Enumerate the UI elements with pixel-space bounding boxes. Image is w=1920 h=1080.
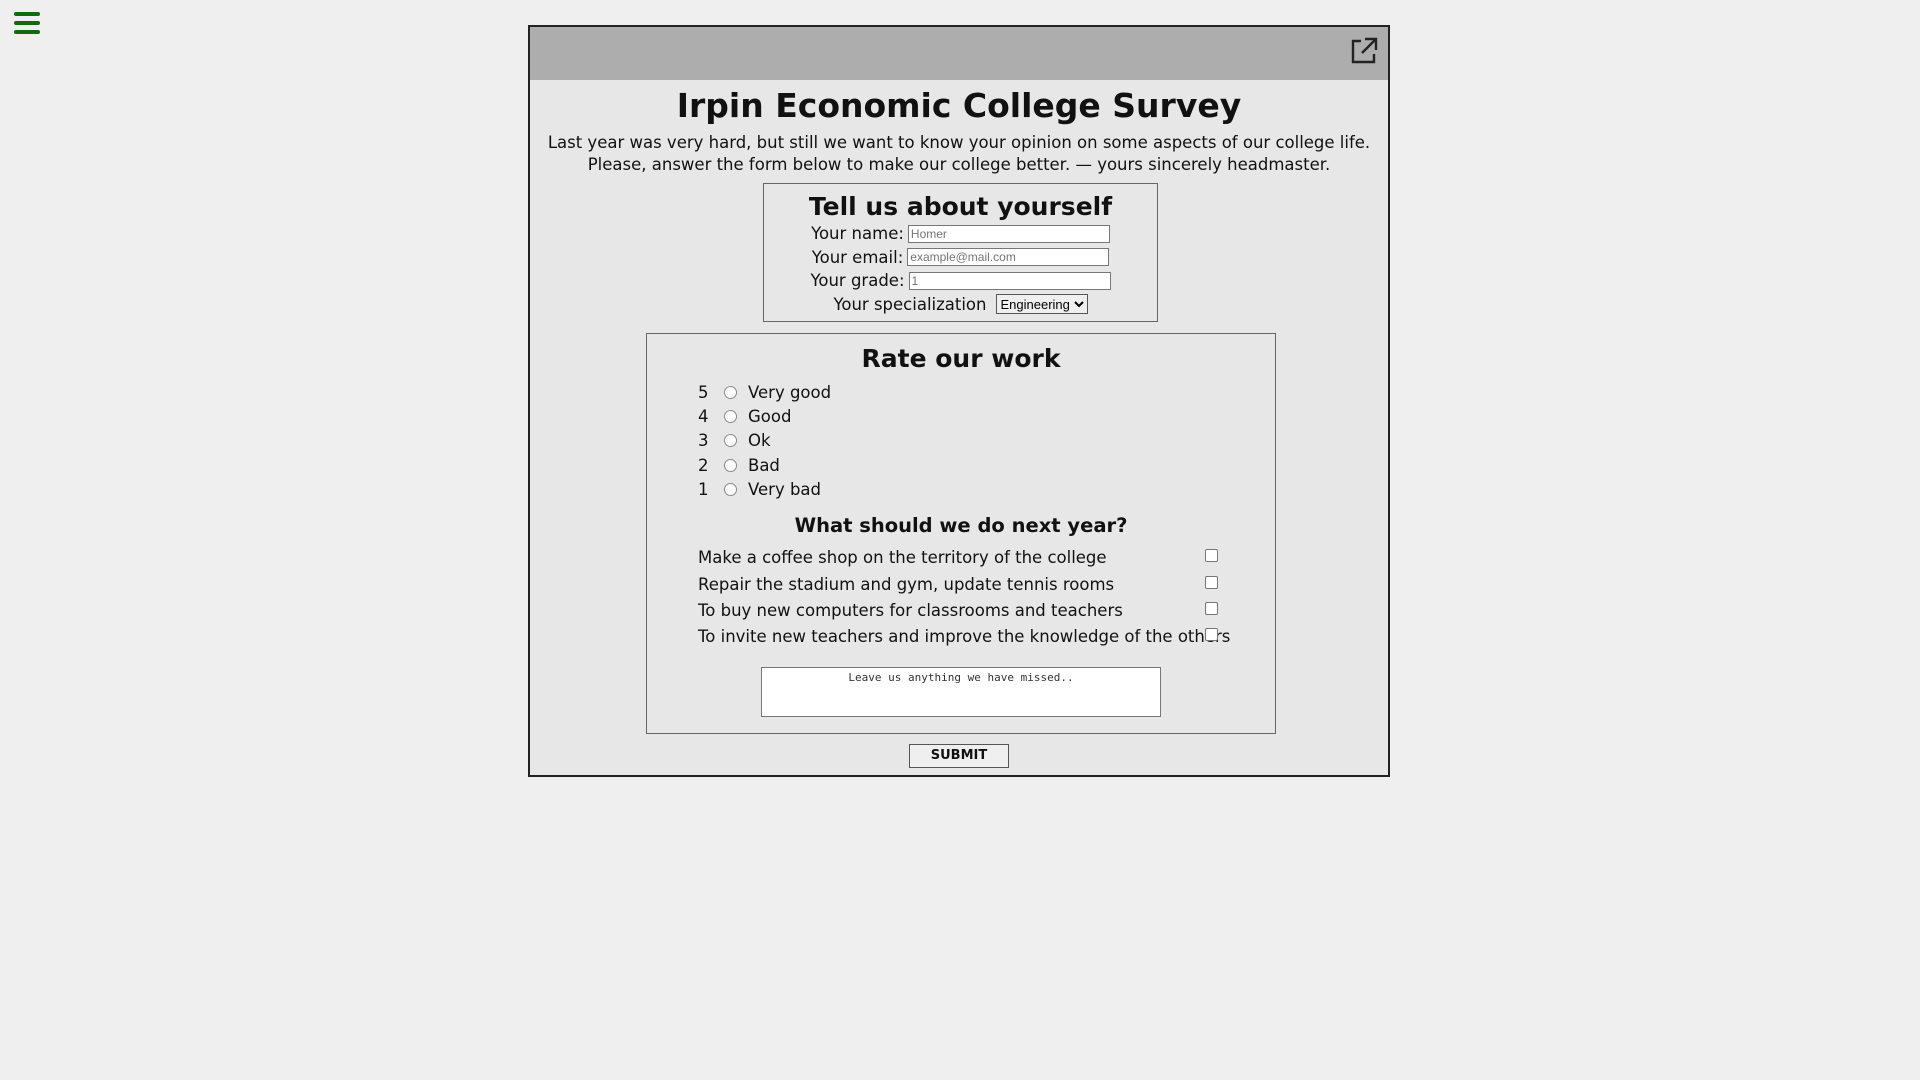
submit-button[interactable]: SUBMIT [909,744,1009,768]
rate-section: Rate our work 5 Very good 4 Good 3 Ok 2 … [646,333,1276,734]
email-input[interactable] [907,248,1110,267]
about-heading: Tell us about yourself [808,192,1113,221]
rating-label: Very bad [748,479,822,499]
next-year-checkbox[interactable] [1205,575,1218,589]
rating-radio[interactable] [724,458,737,472]
rating-number: 1 [698,479,709,499]
next-year-item: To buy new computers for classrooms and … [647,600,1275,626]
intro-line-1: Last year was very hard, but still we wa… [547,133,1371,152]
specialization-label: Your specialization [833,294,987,314]
rate-heading: Rate our work [861,344,1061,373]
rating-radio[interactable] [724,385,737,399]
name-label: Your name: [811,224,904,244]
rating-option: 5 Very good [647,380,1275,404]
next-year-item: To invite new teachers and improve the k… [647,626,1275,652]
specialization-select[interactable]: Engineering [995,294,1088,315]
rating-option: 2 Bad [647,453,1275,477]
grade-input[interactable] [908,271,1111,290]
rating-number: 2 [698,455,709,475]
comment-textarea[interactable]: Leave us anything we have missed.. [761,666,1161,717]
email-row: Your email: [764,246,1157,270]
menu-bar [14,12,40,16]
intro-line-2: Please, answer the form below to make ou… [587,155,1331,174]
next-year-checkbox[interactable] [1205,628,1218,642]
next-year-label: To buy new computers for classrooms and … [698,601,1123,621]
menu-bar [14,30,40,34]
next-year-checkbox[interactable] [1205,549,1218,563]
rating-radio[interactable] [724,482,737,496]
name-input[interactable] [907,224,1110,243]
survey-frame: Irpin Economic College Survey Last year … [528,25,1390,777]
email-label: Your email: [811,247,904,267]
grade-row: Your grade: [764,269,1157,293]
name-row: Your name: [764,222,1157,246]
intro-text: Last year was very hard, but still we wa… [530,132,1388,176]
open-external-icon[interactable] [1348,35,1380,67]
rating-option: 4 Good [647,404,1275,428]
specialization-row: Your specialization Engineering [764,293,1157,317]
rating-number: 4 [698,406,709,426]
next-year-item: Make a coffee shop on the territory of t… [647,547,1275,573]
next-year-label: Repair the stadium and gym, update tenni… [698,574,1115,594]
frame-topbar [530,27,1388,80]
hamburger-menu-icon[interactable] [14,12,40,34]
rating-option: 1 Very bad [647,477,1275,501]
next-year-heading: What should we do next year? [794,514,1128,538]
next-year-label: Make a coffee shop on the territory of t… [698,548,1107,568]
next-year-item: Repair the stadium and gym, update tenni… [647,574,1275,600]
rating-option: 3 Ok [647,429,1275,453]
rating-radio[interactable] [724,434,737,448]
next-year-checkbox[interactable] [1205,602,1218,616]
rating-radio[interactable] [724,409,737,423]
page-title: Irpin Economic College Survey [676,86,1242,125]
rating-label: Bad [748,455,780,475]
about-yourself-section: Tell us about yourself Your name: Your e… [763,183,1158,322]
rating-number: 5 [698,382,709,402]
rating-label: Very good [748,382,832,402]
next-year-label: To invite new teachers and improve the k… [698,627,1231,647]
rating-label: Ok [748,431,771,451]
rating-label: Good [748,406,792,426]
menu-bar [14,21,40,25]
grade-label: Your grade: [810,271,905,291]
rating-number: 3 [698,431,709,451]
